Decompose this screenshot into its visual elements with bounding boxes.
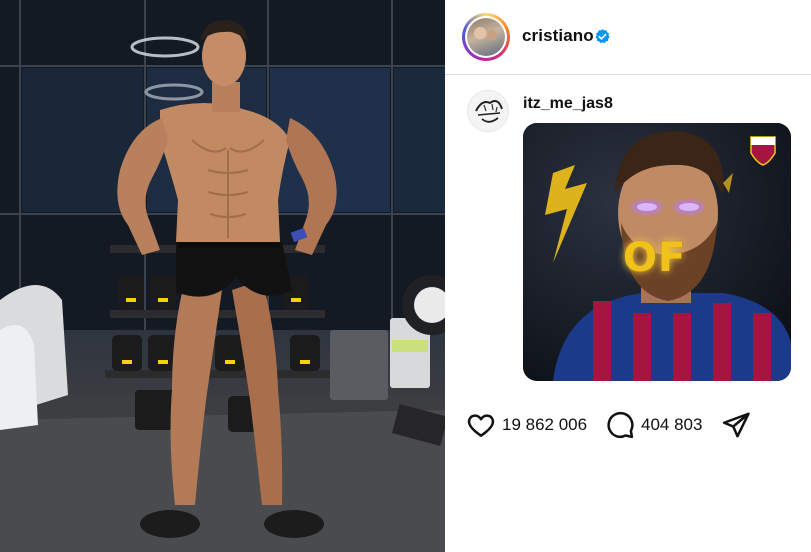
sketch-avatar-icon	[475, 100, 503, 123]
post-actions: 19 862 006 404 803	[445, 405, 811, 445]
paper-plane-icon[interactable]	[721, 410, 751, 440]
post-panel: cristiano itz_me_jas8 OF 19 862 006 404 …	[445, 0, 811, 552]
author-username[interactable]: cristiano	[522, 26, 594, 46]
like-action: 19 862 006	[466, 411, 587, 439]
comment-gif[interactable]: OF	[523, 123, 791, 381]
comment-action: 404 803	[605, 411, 702, 439]
verified-badge-icon	[595, 29, 610, 44]
like-count[interactable]: 19 862 006	[502, 415, 587, 435]
athlete-photo	[0, 0, 445, 552]
commenter-avatar[interactable]	[467, 90, 509, 132]
comment-count[interactable]: 404 803	[641, 415, 702, 435]
heart-icon[interactable]	[466, 410, 496, 440]
speech-bubble-icon[interactable]	[605, 410, 635, 440]
post-photo	[0, 0, 445, 552]
author-avatar[interactable]	[462, 13, 510, 61]
commenter-username[interactable]: itz_me_jas8	[523, 95, 613, 113]
author-avatar-frame	[465, 16, 507, 58]
share-action	[721, 411, 751, 439]
post-header: cristiano	[445, 0, 811, 75]
profile-photo-icon	[467, 18, 505, 56]
gif-overlay-text: OF	[623, 235, 687, 281]
